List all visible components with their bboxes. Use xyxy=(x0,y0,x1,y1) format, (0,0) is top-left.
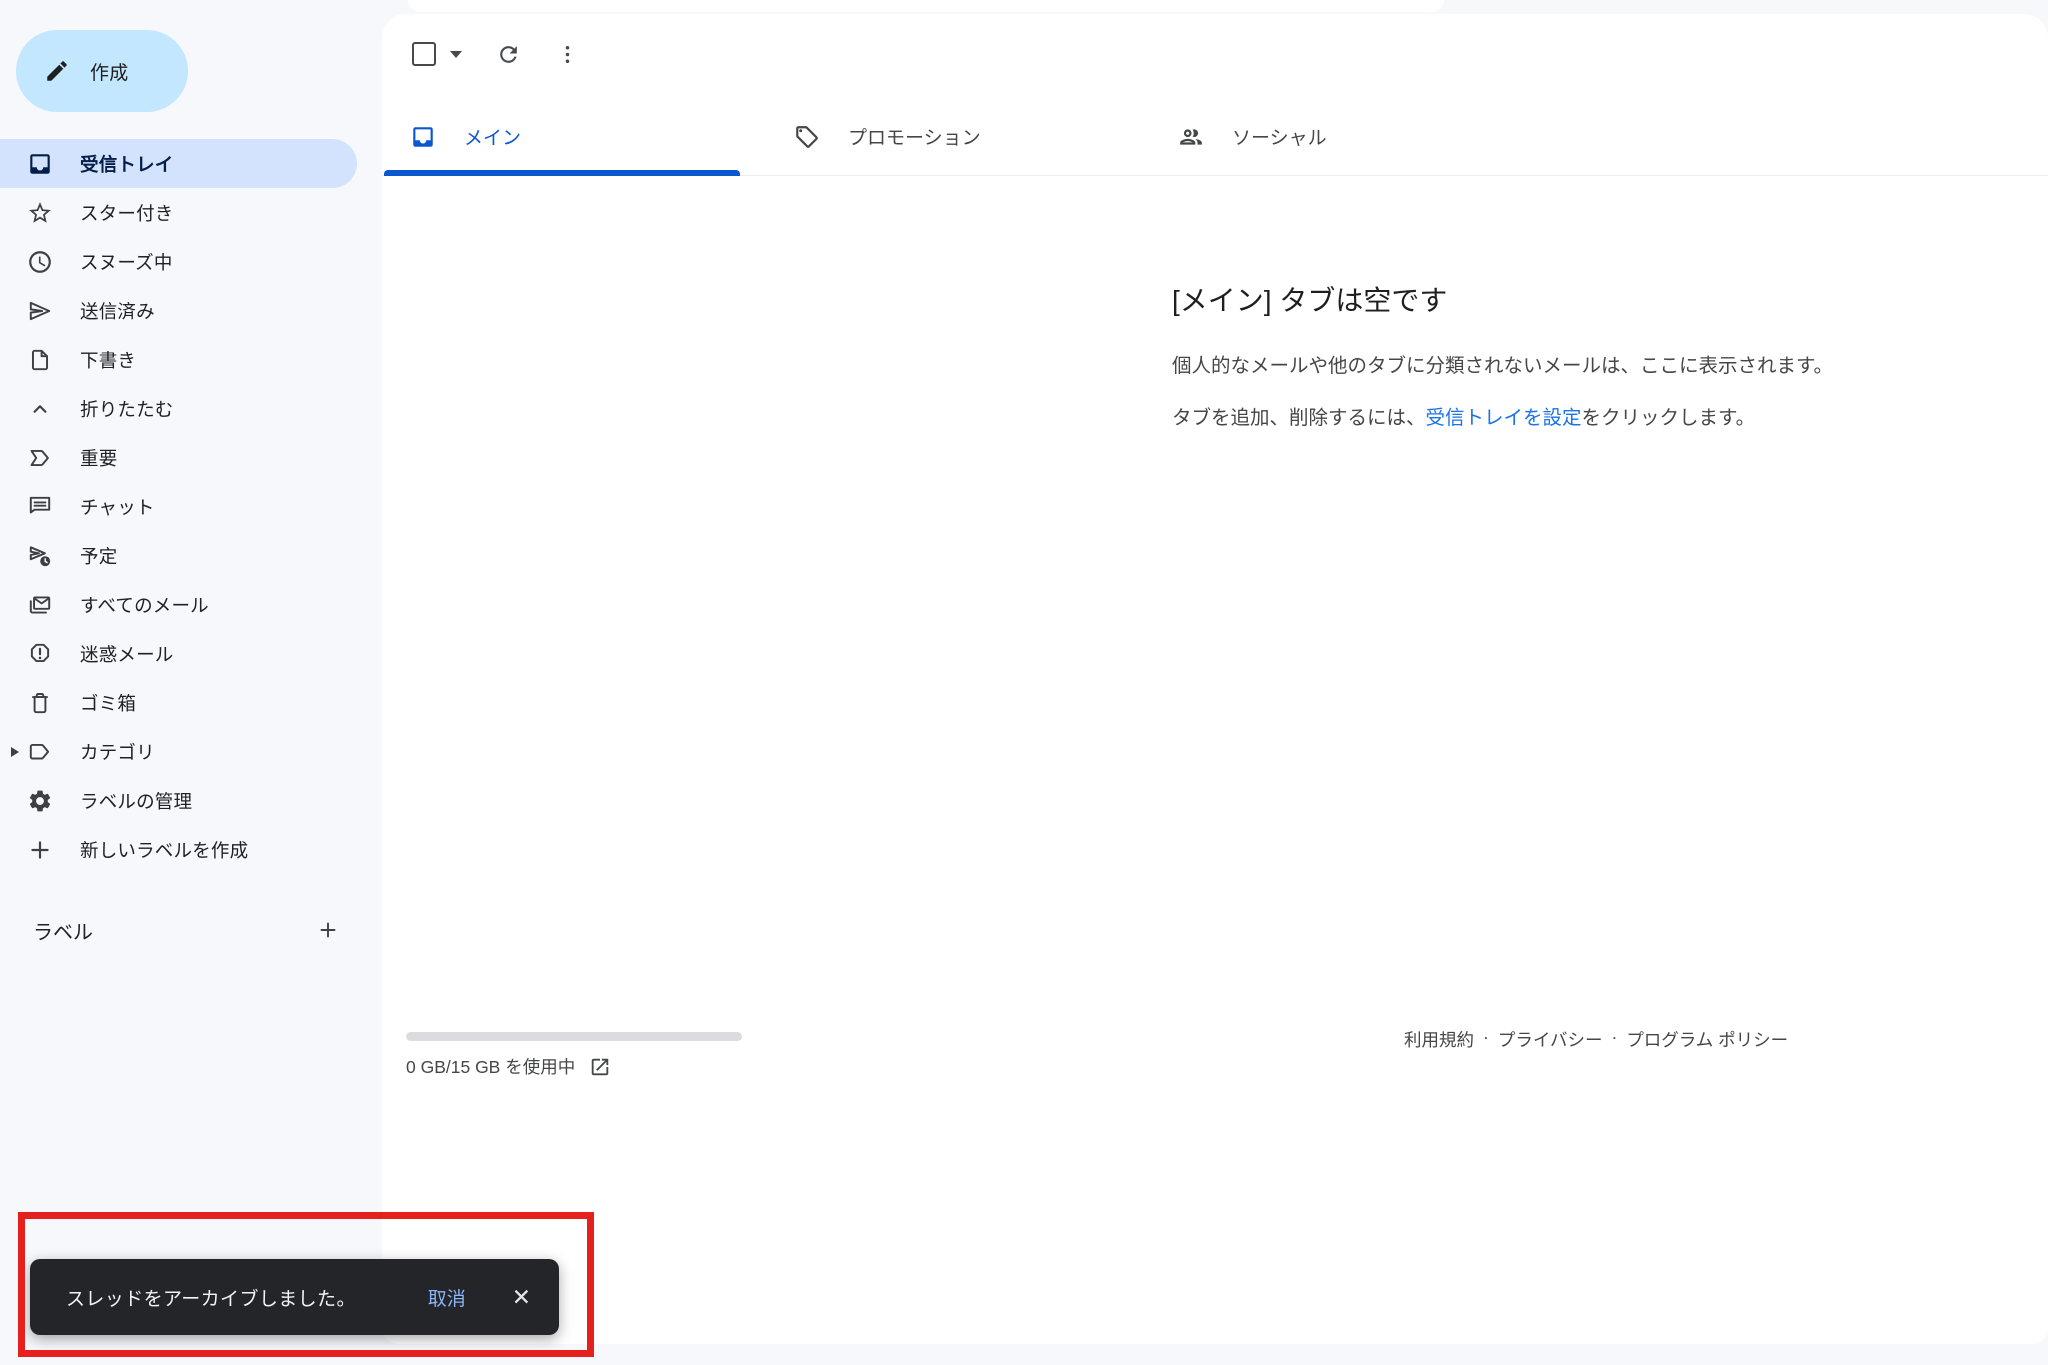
hint-prefix: タブを追加、削除するには、 xyxy=(1172,407,1426,429)
star-icon xyxy=(27,200,53,226)
sidebar-item-drafts[interactable]: 下書き xyxy=(0,335,360,384)
footer-links: 利用規約 · プライバシー · プログラム ポリシー xyxy=(1404,1027,1788,1052)
compose-button[interactable]: 作成 xyxy=(16,30,188,112)
storage-section: 0 GB/15 GB を使用中 xyxy=(406,1032,742,1079)
send-icon xyxy=(27,298,53,324)
sidebar-item-create-label[interactable]: 新しいラベルを作成 xyxy=(0,825,360,874)
sidebar: 作成 受信トレイ スター付き スヌーズ中 送信済み 下書き 折りたたむ 重要 チ… xyxy=(0,0,382,1365)
tab-primary[interactable]: メイン xyxy=(382,98,766,176)
sidebar-item-snoozed[interactable]: スヌーズ中 xyxy=(0,237,360,286)
people-icon xyxy=(1178,124,1204,150)
gear-icon xyxy=(27,788,53,814)
list-toolbar xyxy=(412,41,580,67)
more-options-button[interactable] xyxy=(555,42,580,67)
hint-suffix: をクリックします。 xyxy=(1581,407,1756,429)
sidebar-item-label: 重要 xyxy=(80,447,118,469)
open-in-new-icon xyxy=(589,1056,611,1078)
sidebar-item-label: スヌーズ中 xyxy=(80,251,173,273)
tab-promotions[interactable]: プロモーション xyxy=(766,98,1150,175)
all-mail-icon xyxy=(27,592,53,618)
sidebar-item-label: ゴミ箱 xyxy=(80,692,137,714)
program-policies-link[interactable]: プログラム ポリシー xyxy=(1626,1027,1788,1052)
sidebar-item-inbox[interactable]: 受信トレイ xyxy=(0,139,357,188)
active-tab-underline xyxy=(384,170,740,176)
labels-title: ラベル xyxy=(33,921,93,944)
mail-list-panel: メイン プロモーション ソーシャル [メイン] タブは空です 個人的なメールや他… xyxy=(382,14,2048,1344)
sidebar-item-label: 新しいラベルを作成 xyxy=(80,839,249,861)
sidebar-item-label: 送信済み xyxy=(80,300,155,322)
sidebar-item-label: ラベルの管理 xyxy=(80,790,193,812)
storage-progress-bar xyxy=(406,1032,742,1041)
storage-usage-link[interactable]: 0 GB/15 GB を使用中 xyxy=(406,1054,742,1079)
sidebar-item-manage-labels[interactable]: ラベルの管理 xyxy=(0,776,360,825)
sidebar-item-trash[interactable]: ゴミ箱 xyxy=(0,678,360,727)
sidebar-item-label: 下書き xyxy=(80,349,137,371)
storage-usage-text: 0 GB/15 GB を使用中 xyxy=(406,1057,576,1077)
label-icon xyxy=(27,739,53,765)
sidebar-item-spam[interactable]: 迷惑メール xyxy=(0,629,360,678)
search-bar-remnant xyxy=(408,0,1444,12)
chat-icon xyxy=(27,494,53,520)
inbox-tabs: メイン プロモーション ソーシャル xyxy=(382,98,2048,176)
sidebar-item-important[interactable]: 重要 xyxy=(0,433,360,482)
caret-down-icon[interactable] xyxy=(450,50,462,58)
toast-message: スレッドをアーカイブしました。 xyxy=(66,1288,356,1310)
privacy-link[interactable]: プライバシー xyxy=(1498,1027,1603,1052)
clock-icon xyxy=(27,249,53,275)
draft-icon xyxy=(27,347,53,373)
labels-section-header: ラベル xyxy=(0,905,382,955)
important-icon xyxy=(27,445,53,471)
refresh-button[interactable] xyxy=(496,42,521,67)
sidebar-item-sent[interactable]: 送信済み xyxy=(0,286,360,335)
chevron-up-icon xyxy=(27,396,53,422)
undo-button[interactable]: 取消 xyxy=(428,1284,466,1311)
dot-separator: · xyxy=(1483,1027,1489,1047)
sidebar-item-starred[interactable]: スター付き xyxy=(0,188,360,237)
spam-icon xyxy=(27,641,53,667)
empty-state-title: [メイン] タブは空です xyxy=(1172,285,1448,316)
sidebar-item-chat[interactable]: チャット xyxy=(0,482,360,531)
compose-label: 作成 xyxy=(90,62,129,84)
plus-icon xyxy=(27,837,53,863)
sidebar-item-label: スター付き xyxy=(80,202,174,224)
inbox-icon xyxy=(27,151,53,177)
sidebar-nav: 受信トレイ スター付き スヌーズ中 送信済み 下書き 折りたたむ 重要 チャット… xyxy=(0,139,382,874)
sidebar-item-label: 折りたたむ xyxy=(80,398,174,420)
sidebar-item-collapse[interactable]: 折りたたむ xyxy=(0,384,360,433)
tab-social[interactable]: ソーシャル xyxy=(1150,98,1534,175)
sidebar-item-label: カテゴリ xyxy=(80,741,155,763)
dot-separator: · xyxy=(1611,1027,1618,1047)
terms-link[interactable]: 利用規約 xyxy=(1404,1027,1474,1052)
sidebar-item-label: 受信トレイ xyxy=(80,153,174,175)
tab-label: プロモーション xyxy=(848,128,981,149)
scheduled-send-icon xyxy=(27,543,53,569)
close-icon[interactable]: ✕ xyxy=(512,1285,531,1309)
sidebar-item-scheduled[interactable]: 予定 xyxy=(0,531,360,580)
tab-label: メイン xyxy=(464,128,522,149)
inbox-tab-icon xyxy=(410,124,436,150)
sidebar-item-label: 予定 xyxy=(80,545,118,567)
tab-label: ソーシャル xyxy=(1232,128,1327,149)
archive-toast: スレッドをアーカイブしました。 取消 ✕ xyxy=(30,1259,559,1335)
empty-state-hint: タブを追加、削除するには、受信トレイを設定をクリックします。 xyxy=(1172,403,1932,433)
pencil-icon xyxy=(44,58,70,84)
select-all-checkbox[interactable] xyxy=(412,42,436,66)
tag-icon xyxy=(794,124,820,150)
sidebar-item-label: チャット xyxy=(80,496,155,518)
sidebar-item-categories[interactable]: カテゴリ xyxy=(0,727,360,776)
sidebar-item-all-mail[interactable]: すべてのメール xyxy=(0,580,360,629)
sidebar-item-label: すべてのメール xyxy=(80,594,209,616)
sidebar-item-label: 迷惑メール xyxy=(80,643,174,665)
empty-state: [メイン] タブは空です 個人的なメールや他のタブに分類されないメールは、ここに… xyxy=(1172,282,1932,433)
expand-arrow-icon[interactable] xyxy=(11,746,19,757)
trash-icon xyxy=(27,690,53,716)
add-label-icon[interactable] xyxy=(316,918,340,942)
configure-inbox-link[interactable]: 受信トレイを設定 xyxy=(1426,407,1582,429)
empty-state-description: 個人的なメールや他のタブに分類されないメールは、ここに表示されます。 xyxy=(1172,355,1834,377)
